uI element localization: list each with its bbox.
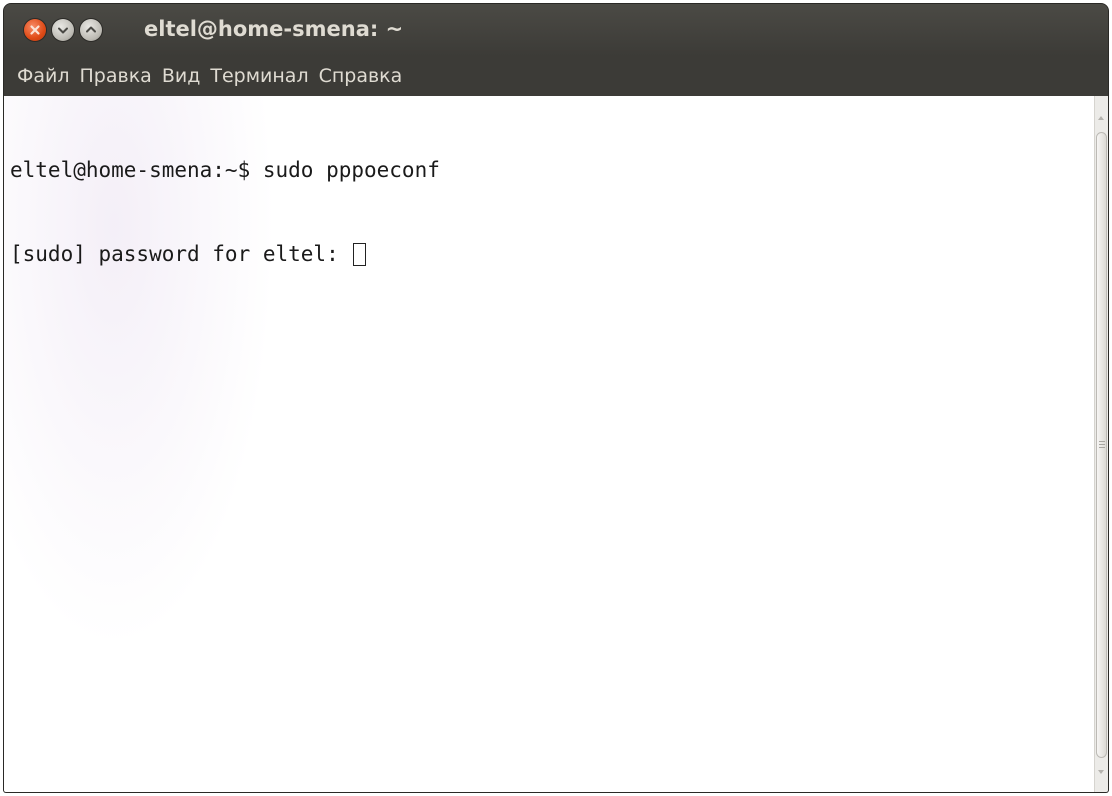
close-button[interactable] [24,19,46,41]
terminal-line-text: eltel@home-smena:~$ sudo pppoeconf [10,158,440,182]
grip-line [1099,447,1105,448]
scroll-down-arrow-icon[interactable] [1098,770,1104,774]
terminal-window: eltel@home-smena: ~ Файл Правка Вид Терм… [4,4,1108,792]
terminal-line-text: [sudo] password for eltel: [10,242,352,266]
terminal-line-prompt: [sudo] password for eltel: [10,240,440,268]
terminal-area[interactable]: eltel@home-smena:~$ sudo pppoeconf [sudo… [4,96,1094,792]
menu-item-view[interactable]: Вид [157,61,206,91]
title-bar[interactable]: eltel@home-smena: ~ [4,4,1108,56]
menu-item-file[interactable]: Файл [12,61,75,91]
close-icon [30,25,40,35]
scroll-up-arrow-icon[interactable] [1098,116,1104,120]
menu-item-terminal[interactable]: Терминал [205,61,313,91]
chevron-up-icon [86,26,96,33]
terminal-output: eltel@home-smena:~$ sudo pppoeconf [sudo… [10,100,440,324]
minimize-button[interactable] [52,19,74,41]
terminal-line-command: eltel@home-smena:~$ sudo pppoeconf [10,156,440,184]
menu-item-help[interactable]: Справка [314,61,408,91]
scrollbar-thumb[interactable] [1096,132,1107,758]
vertical-scrollbar[interactable] [1094,96,1108,792]
menu-bar: Файл Правка Вид Терминал Справка [4,56,1108,96]
grip-line [1099,441,1105,442]
grip-line [1099,444,1105,445]
menu-item-edit[interactable]: Правка [75,61,157,91]
window-title: eltel@home-smena: ~ [144,17,404,41]
chevron-down-icon [58,27,68,34]
maximize-button[interactable] [80,19,102,41]
text-cursor [353,243,367,266]
